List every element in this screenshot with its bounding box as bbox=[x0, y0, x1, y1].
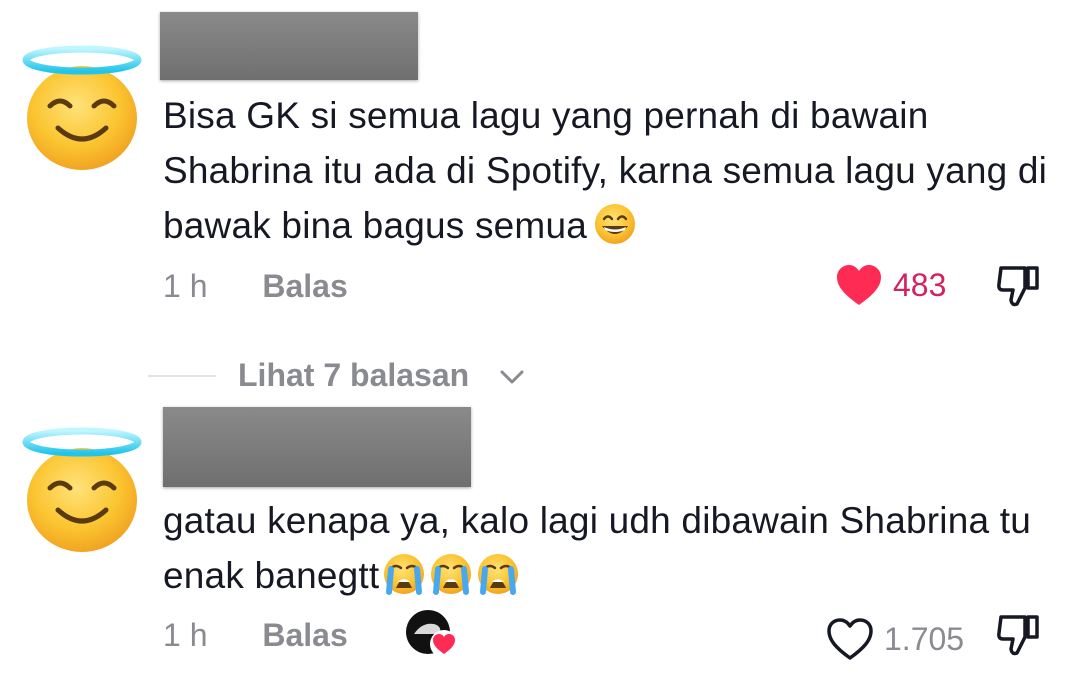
comment-item: gatau kenapa ya, kalo lagi udh dibawain … bbox=[0, 395, 1076, 689]
comment-timestamp: 1 h bbox=[163, 617, 208, 653]
like-count: 483 bbox=[893, 266, 947, 303]
heart-filled-icon bbox=[837, 265, 881, 305]
view-replies-row[interactable]: Lihat 7 balasan bbox=[0, 355, 600, 400]
loudly-crying-face-emoji-icon bbox=[382, 552, 426, 596]
comment-timestamp: 1 h bbox=[163, 268, 208, 304]
username-redacted[interactable] bbox=[160, 12, 418, 80]
comment-item: Bisa GK si semua lagu yang pernah di baw… bbox=[0, 0, 1076, 340]
comment-text: gatau kenapa ya, kalo lagi udh dibawain … bbox=[163, 493, 1053, 603]
reply-button[interactable]: Balas bbox=[262, 617, 347, 654]
avatar-halo-emoji-icon[interactable] bbox=[22, 422, 142, 552]
username-redacted[interactable] bbox=[163, 407, 471, 487]
like-button[interactable]: 1.705 bbox=[826, 617, 964, 661]
comment-meta: 1 h Balas bbox=[163, 268, 348, 305]
comment-meta: 1 h Balas bbox=[163, 617, 348, 654]
loudly-crying-face-emoji-icon bbox=[476, 552, 520, 596]
like-button[interactable]: 483 bbox=[835, 263, 946, 307]
chevron-down-icon[interactable] bbox=[499, 367, 525, 387]
comment-text: Bisa GK si semua lagu yang pernah di baw… bbox=[163, 88, 1053, 253]
view-replies-button[interactable]: Lihat 7 balasan bbox=[238, 357, 469, 394]
dislike-icon[interactable] bbox=[995, 611, 1043, 659]
like-count: 1.705 bbox=[884, 620, 965, 657]
loudly-crying-face-emoji-icon bbox=[429, 552, 473, 596]
dislike-icon[interactable] bbox=[995, 262, 1043, 310]
divider-line bbox=[148, 375, 216, 377]
avatar-halo-emoji-icon[interactable] bbox=[22, 40, 142, 170]
heart-outline-icon bbox=[827, 618, 873, 660]
grinning-face-emoji-icon bbox=[593, 202, 637, 246]
comment-text-content: gatau kenapa ya, kalo lagi udh dibawain … bbox=[163, 500, 1031, 596]
reply-button[interactable]: Balas bbox=[262, 268, 347, 305]
creator-liked-badge-icon bbox=[406, 610, 458, 658]
